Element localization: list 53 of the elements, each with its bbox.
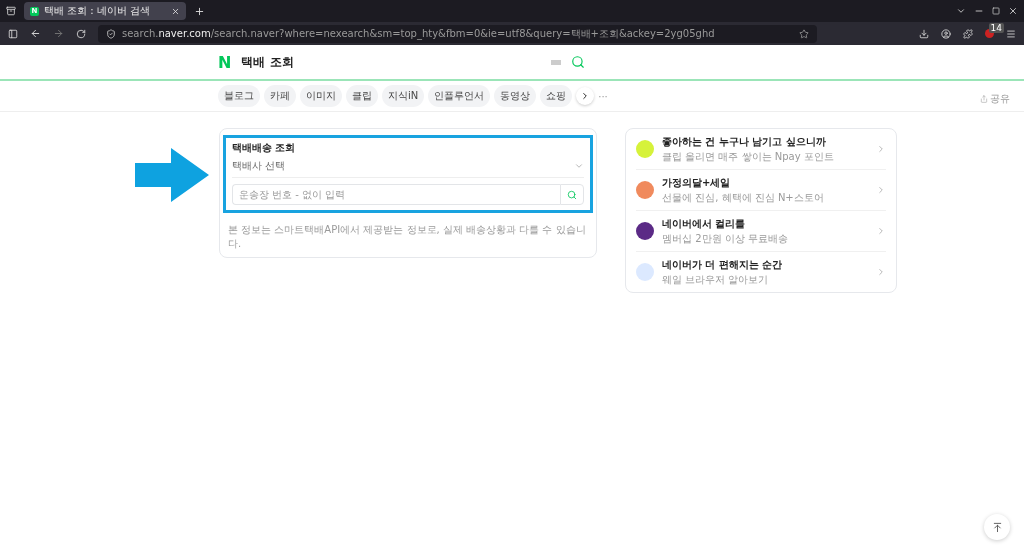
chevron-right-icon	[876, 185, 886, 195]
category-tab[interactable]: 지식iN	[382, 85, 425, 107]
promo-item[interactable]: 가정의달+세일 선물에 진심, 혜택에 진심 N+스토어	[636, 169, 886, 210]
arrow-up-icon	[991, 521, 1003, 533]
download-icon[interactable]	[919, 28, 929, 39]
chevron-down-icon[interactable]	[956, 6, 966, 16]
shield-icon	[106, 28, 116, 39]
category-tab[interactable]: 동영상	[494, 85, 537, 107]
tab-title: 택배 조회 : 네이버 검색	[44, 4, 151, 18]
promo-subtitle: 클립 올리면 매주 쌓이는 Npay 포인트	[662, 149, 835, 164]
chevron-right-icon	[876, 144, 886, 154]
category-tab[interactable]: 카페	[264, 85, 296, 107]
category-tab[interactable]: 이미지	[300, 85, 342, 107]
search-icon	[567, 189, 577, 200]
forward-icon[interactable]	[53, 28, 64, 39]
notice-text: 본 정보는 스마트택배API에서 제공받는 정보로, 실제 배송상황과 다를 수 있습니다.	[228, 223, 587, 251]
account-icon[interactable]	[941, 28, 951, 39]
close-icon[interactable]	[1008, 6, 1018, 16]
promo-subtitle: 선물에 진심, 혜택에 진심 N+스토어	[662, 190, 825, 205]
promo-title: 네이버에서 컬리를	[662, 216, 747, 231]
promo-item[interactable]: 네이버가 더 편해지는 순간 웨일 브라우저 알아보기	[636, 251, 886, 292]
category-tab[interactable]: 쇼핑	[540, 85, 573, 107]
tab-overview-icon[interactable]	[6, 6, 16, 16]
chevron-right-icon	[876, 267, 886, 277]
chevron-right-icon	[876, 226, 886, 236]
address-bar[interactable]: search.naver.com/search.naver?where=nexearch&sm=top_hty&fbm=0&ie=utf8&query=택배+조회&ackey=2yg05ghd	[98, 24, 817, 43]
restore-icon[interactable]	[992, 7, 1000, 15]
reload-icon[interactable]	[76, 28, 86, 39]
scroll-top-button[interactable]	[984, 514, 1010, 540]
promo-item[interactable]: 네이버에서 컬리를 멤버십 2만원 이상 무료배송	[636, 210, 886, 251]
promo-title: 네이버가 더 편해지는 순간	[662, 257, 784, 272]
new-tab-icon[interactable]	[194, 5, 205, 17]
category-tab[interactable]: 클립	[346, 85, 378, 107]
tracking-number-field[interactable]: 운송장 번호 - 없이 입력	[232, 184, 560, 205]
star-icon[interactable]	[799, 28, 809, 39]
chevron-down-icon	[574, 161, 584, 171]
promo-subtitle: 멤버십 2만원 이상 무료배송	[662, 231, 789, 246]
back-icon[interactable]	[30, 28, 41, 39]
close-icon[interactable]	[171, 6, 180, 16]
promo-subtitle: 웨일 브라우저 알아보기	[662, 272, 770, 287]
category-tab[interactable]: 인플루언서	[428, 85, 491, 107]
promo-title: 가정의달+세일	[662, 175, 732, 190]
search-query[interactable]: 택배 조회	[241, 53, 542, 71]
extensions-icon[interactable]	[963, 28, 973, 39]
category-tab[interactable]: 블로그	[218, 85, 260, 107]
url-text: search.naver.com/search.naver?where=nexearch&sm=top_hty&fbm=0&ie=utf8&query=택배+조회&ackey=2yg05ghd	[122, 26, 715, 41]
sidebar-icon[interactable]	[8, 28, 18, 39]
carrier-select[interactable]: 택배사 선택	[232, 155, 584, 178]
count-badge: 14	[988, 23, 1004, 33]
promo-item[interactable]: 좋아하는 건 누구나 남기고 싶으니까 클립 올리면 매주 쌓이는 Npay 포인트	[636, 129, 886, 169]
promo-title: 좋아하는 건 누구나 남기고 싶으니까	[662, 134, 827, 149]
menu-icon[interactable]	[1006, 28, 1016, 39]
section-title: 택배배송 조회	[232, 141, 297, 155]
